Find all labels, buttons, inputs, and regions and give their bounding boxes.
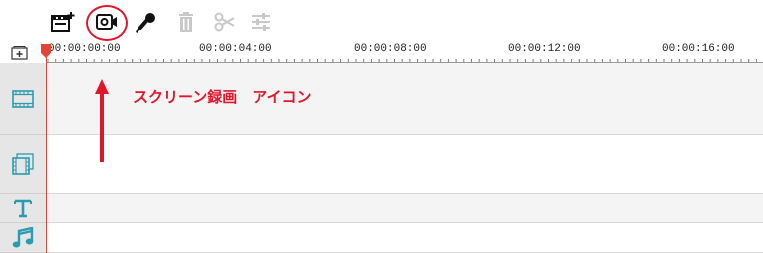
adjust-icon bbox=[252, 13, 270, 31]
ruler-time-label: 00:00:08:00 bbox=[354, 43, 427, 55]
music-track-header[interactable] bbox=[0, 223, 46, 253]
annotation-arrow-icon bbox=[95, 79, 109, 162]
delete-button[interactable] bbox=[173, 9, 199, 35]
music-track-icon bbox=[12, 226, 34, 247]
text-track-lane[interactable] bbox=[46, 194, 763, 223]
ruler-time-label: 00:00:12:00 bbox=[508, 43, 581, 55]
overlay-track-header[interactable] bbox=[0, 135, 46, 194]
add-track-icon[interactable] bbox=[11, 46, 29, 60]
text-track-header[interactable] bbox=[0, 194, 46, 223]
split-button[interactable] bbox=[211, 9, 237, 35]
overlay-track-icon bbox=[12, 153, 34, 175]
trash-icon bbox=[179, 12, 193, 32]
timeline-ruler[interactable]: 00:00:00:00 00:00:04:00 00:00:08:00 00:0… bbox=[0, 42, 763, 63]
add-media-icon bbox=[51, 12, 75, 32]
microphone-icon bbox=[136, 13, 155, 33]
record-voiceover-button[interactable] bbox=[133, 9, 159, 35]
music-track-lane[interactable] bbox=[46, 223, 763, 253]
timeline-tracks bbox=[0, 63, 763, 253]
timeline-toolbar bbox=[0, 0, 763, 42]
add-media-button[interactable] bbox=[50, 9, 76, 35]
playhead-handle[interactable] bbox=[41, 44, 51, 58]
adjust-button[interactable] bbox=[248, 9, 274, 35]
playhead-line[interactable] bbox=[46, 48, 47, 253]
split-icon bbox=[214, 12, 235, 32]
ruler-time-label: 00:00:00:00 bbox=[48, 43, 121, 55]
annotation-label: スクリーン録画 アイコン bbox=[133, 88, 312, 106]
text-track-icon bbox=[14, 199, 32, 218]
video-track-header[interactable] bbox=[0, 63, 46, 135]
video-track-icon bbox=[12, 89, 34, 108]
ruler-gutter bbox=[0, 42, 46, 63]
ruler-time-label: 00:00:16:00 bbox=[662, 43, 735, 55]
overlay-track-lane[interactable] bbox=[46, 135, 763, 194]
ruler-time-label: 00:00:04:00 bbox=[199, 43, 272, 55]
record-button-highlight-circle bbox=[86, 5, 128, 41]
